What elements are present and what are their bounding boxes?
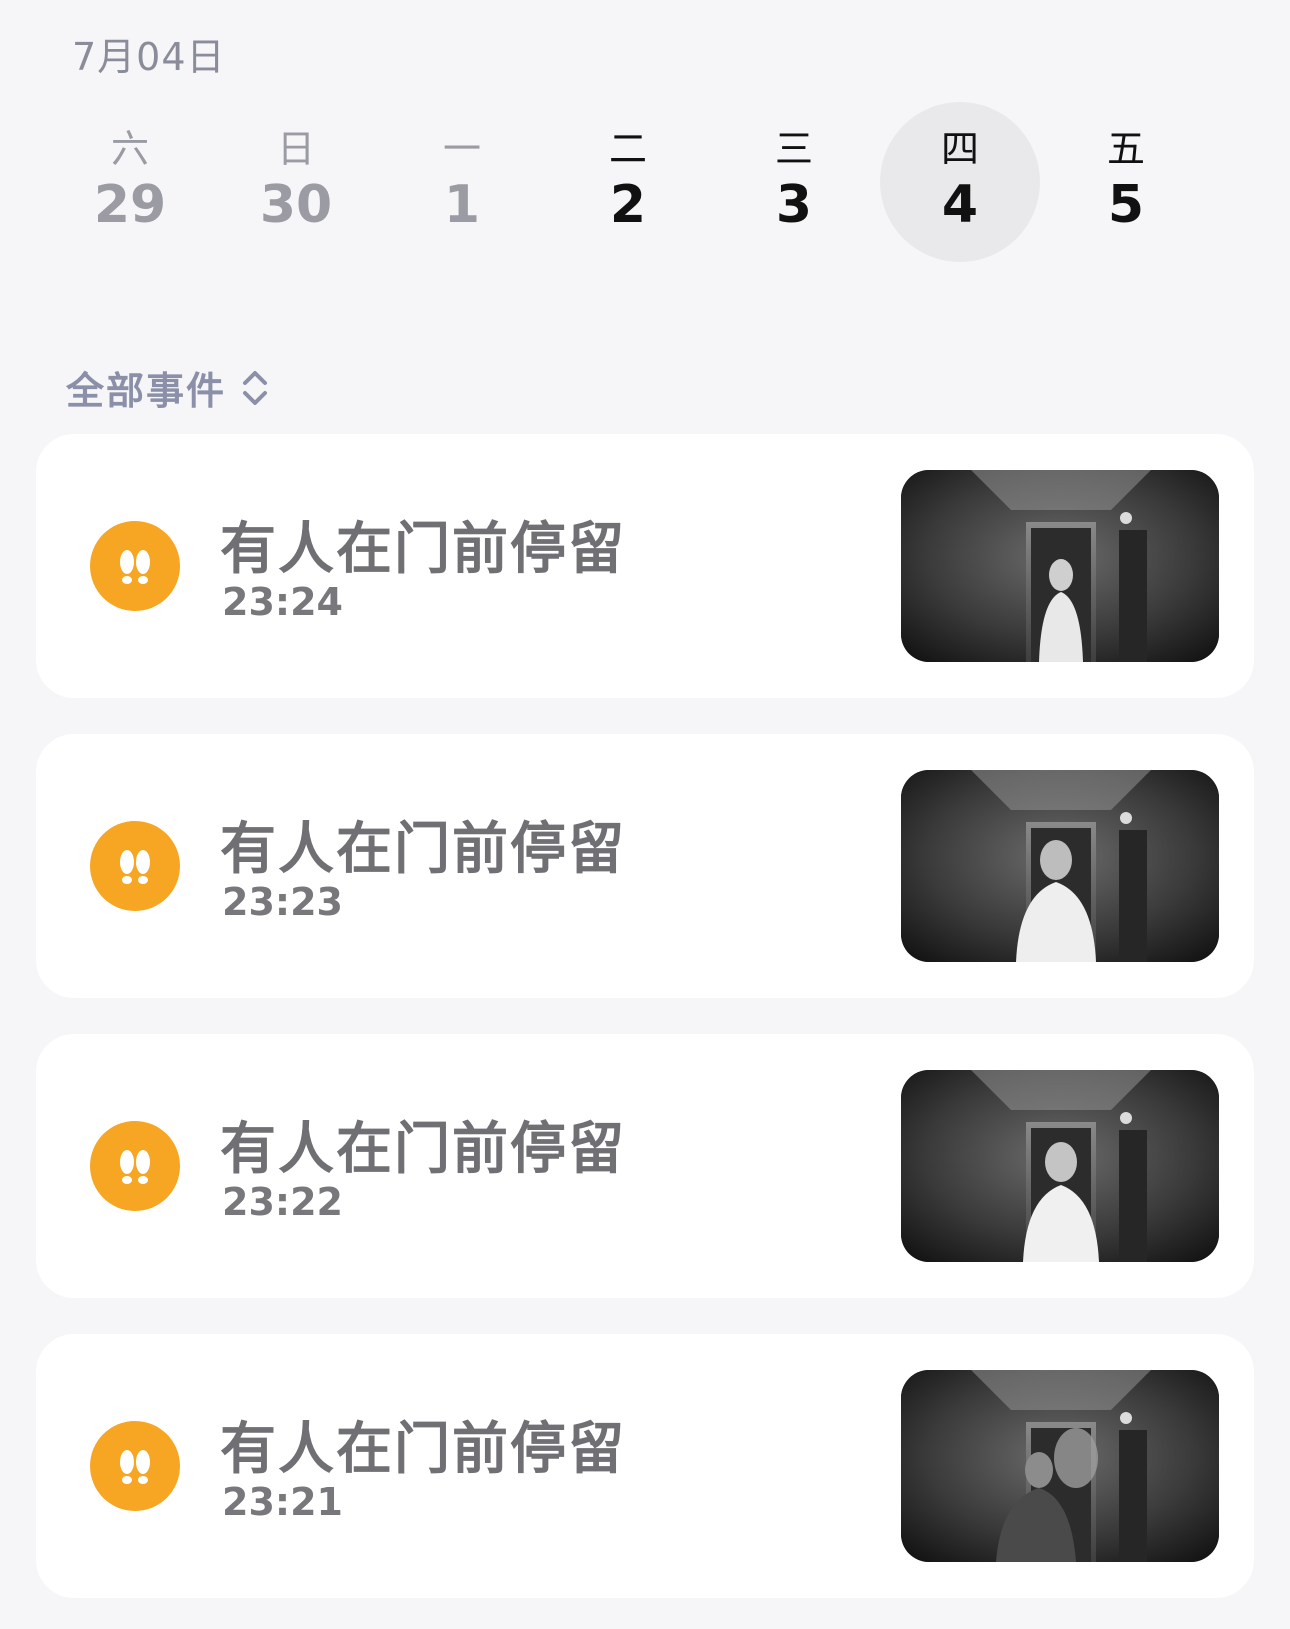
- footprints-icon: [120, 550, 150, 584]
- event-card[interactable]: 有人在门前停留 23:22: [36, 1034, 1254, 1298]
- event-title: 有人在门前停留: [220, 1117, 626, 1182]
- week-strip: 六 29 日 30 一 1 二 2 三 3 四 4 五 5: [50, 102, 1240, 262]
- day-cell-fri[interactable]: 五 5: [1046, 102, 1206, 262]
- day-cell-sun[interactable]: 日 30: [216, 102, 376, 262]
- hallway-snapshot-image: [901, 770, 1219, 962]
- filter-label: 全部事件: [66, 369, 227, 413]
- event-time: 23:22: [222, 1180, 343, 1224]
- weekday-label: 一: [442, 127, 481, 171]
- event-title: 有人在门前停留: [220, 817, 626, 882]
- day-number: 4: [941, 175, 979, 235]
- day-cell-sat[interactable]: 六 29: [50, 102, 210, 262]
- day-number: 3: [775, 175, 813, 235]
- footprints-icon: [120, 1150, 150, 1184]
- day-number: 2: [609, 175, 647, 235]
- footprints-icon: [120, 850, 150, 884]
- event-filter-dropdown[interactable]: 全部事件: [66, 360, 270, 415]
- event-card[interactable]: 有人在门前停留 23:21: [36, 1334, 1254, 1598]
- event-type-badge: [90, 1121, 180, 1211]
- up-down-chevron-icon: [243, 370, 268, 405]
- weekday-label: 日: [276, 127, 315, 171]
- event-time: 23:24: [222, 580, 343, 624]
- camera-snapshot-thumbnail[interactable]: [901, 470, 1219, 662]
- day-cell-thu-selected[interactable]: 四 4: [880, 102, 1040, 262]
- event-time: 23:21: [222, 1480, 343, 1524]
- event-card[interactable]: 有人在门前停留 23:24: [36, 434, 1254, 698]
- weekday-label: 六: [110, 127, 149, 171]
- weekday-label: 四: [940, 127, 979, 171]
- event-card[interactable]: 有人在门前停留 23:23: [36, 734, 1254, 998]
- event-type-badge: [90, 521, 180, 611]
- camera-snapshot-thumbnail[interactable]: [901, 1370, 1219, 1562]
- day-cell-tue[interactable]: 二 2: [548, 102, 708, 262]
- weekday-label: 二: [608, 127, 647, 171]
- hallway-snapshot-image: [901, 470, 1219, 662]
- day-cell-mon[interactable]: 一 1: [382, 102, 542, 262]
- hallway-snapshot-image: [901, 1070, 1219, 1262]
- day-number: 1: [443, 175, 481, 235]
- event-title: 有人在门前停留: [220, 517, 626, 582]
- day-number: 5: [1107, 175, 1145, 235]
- day-cell-wed[interactable]: 三 3: [714, 102, 874, 262]
- event-type-badge: [90, 1421, 180, 1511]
- event-title: 有人在门前停留: [220, 1417, 626, 1482]
- date-header: 7月04日: [72, 35, 226, 79]
- camera-snapshot-thumbnail[interactable]: [901, 770, 1219, 962]
- camera-snapshot-thumbnail[interactable]: [901, 1070, 1219, 1262]
- hallway-snapshot-image: [901, 1370, 1219, 1562]
- footprints-icon: [120, 1450, 150, 1484]
- event-time: 23:23: [222, 880, 343, 924]
- weekday-label: 三: [774, 127, 813, 171]
- event-type-badge: [90, 821, 180, 911]
- weekday-label: 五: [1106, 127, 1145, 171]
- day-number: 29: [93, 175, 167, 235]
- day-number: 30: [259, 175, 333, 235]
